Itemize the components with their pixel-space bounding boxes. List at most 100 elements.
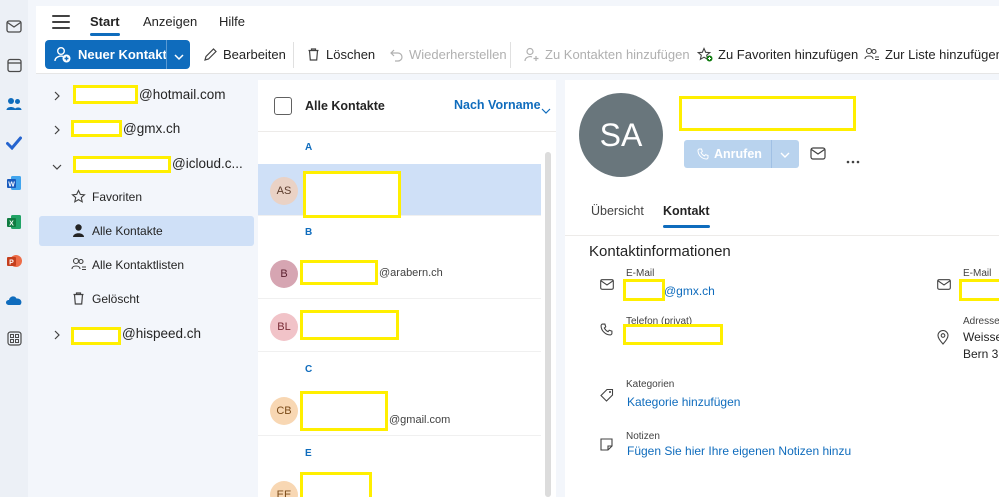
word-icon[interactable]: W (4, 173, 24, 193)
phone-icon (600, 323, 613, 341)
list-title: Alle Kontakte (305, 99, 385, 113)
app-rail: W X P (0, 0, 28, 497)
trash-icon (71, 291, 86, 309)
trash-icon (308, 48, 319, 61)
folder-pane: @hotmail.com @gmx.ch @icloud.c... Favori… (36, 74, 258, 497)
account-icloud[interactable]: @icloud.c... (39, 149, 254, 179)
pencil-icon (204, 48, 217, 61)
chevron-down-icon[interactable] (541, 102, 551, 120)
chevron-right-icon[interactable] (53, 89, 61, 104)
categories-label: Kategorien (626, 379, 675, 390)
restore-label: Wiederherstellen (409, 47, 507, 62)
people-list-icon (71, 257, 87, 275)
add-to-list-button[interactable]: Zur Liste hinzufügen (864, 47, 999, 62)
delete-label: Löschen (326, 47, 376, 62)
sort-dropdown[interactable]: Nach Vorname (454, 98, 541, 112)
calendar-icon[interactable] (4, 55, 24, 75)
call-label: Anrufen (714, 147, 762, 161)
todo-icon[interactable] (4, 133, 24, 153)
people-icon[interactable] (4, 94, 24, 114)
tab-uebersicht[interactable]: Übersicht (591, 204, 644, 218)
new-contact-label: Neuer Kontakt (78, 47, 167, 62)
contact-row[interactable]: AS (258, 164, 541, 218)
folder-alle-kontakte[interactable]: Alle Kontakte (39, 216, 254, 246)
account-hispeed[interactable]: @hispeed.ch (39, 319, 254, 349)
redacted-name (300, 472, 372, 497)
add-to-contacts-label: Zu Kontakten hinzufügen (545, 47, 690, 62)
redacted-name (73, 85, 138, 104)
phone-icon (697, 148, 709, 160)
contact-list: Alle Kontakte Nach Vorname A AS B B @ara… (258, 80, 556, 497)
mail-icon[interactable] (810, 147, 826, 165)
contact-row[interactable]: BL (258, 300, 541, 352)
more-options-icon[interactable] (846, 151, 860, 169)
restore-button[interactable]: Wiederherstellen (389, 47, 507, 62)
edit-button[interactable]: Bearbeiten (203, 47, 286, 62)
star-icon (71, 189, 86, 207)
avatar: SA (579, 93, 663, 177)
redacted-name (71, 120, 122, 137)
redacted-email (623, 279, 665, 301)
new-contact-button[interactable]: Neuer Kontakt (45, 40, 190, 69)
chevron-right-icon[interactable] (53, 328, 61, 343)
letter-header: B (305, 227, 313, 238)
tab-hilfe[interactable]: Hilfe (219, 14, 245, 29)
add-to-favorites-label: Zu Favoriten hinzufügen (718, 47, 859, 62)
redacted-email (959, 279, 999, 301)
add-to-contacts-button[interactable]: Zu Kontakten hinzufügen (524, 47, 690, 62)
tab-kontakt[interactable]: Kontakt (663, 204, 710, 228)
delete-button[interactable]: Löschen (306, 47, 375, 62)
powerpoint-icon[interactable]: P (4, 251, 24, 271)
avatar: AS (270, 177, 298, 205)
folder-label: Alle Kontaktlisten (92, 258, 185, 272)
tab-start[interactable]: Start (90, 14, 120, 36)
scrollbar[interactable] (545, 152, 551, 497)
folder-alle-kontaktlisten[interactable]: Alle Kontaktlisten (39, 250, 254, 280)
chevron-down-icon[interactable] (52, 159, 62, 174)
select-all-checkbox[interactable] (274, 97, 292, 115)
account-suffix: @icloud.c... (172, 156, 243, 171)
onedrive-icon[interactable] (4, 290, 24, 310)
redacted-name (679, 96, 856, 131)
notes-label: Notizen (626, 431, 660, 442)
chevron-right-icon[interactable] (53, 123, 61, 138)
contact-row[interactable]: B @arabern.ch (258, 247, 541, 299)
add-notes-link[interactable]: Fügen Sie hier Ihre eigenen Notizen hinz… (627, 444, 851, 458)
add-category-link[interactable]: Kategorie hinzufügen (627, 395, 740, 409)
person-icon (71, 223, 86, 241)
redacted-phone (623, 324, 723, 345)
folder-label: Alle Kontakte (92, 224, 163, 238)
svg-text:P: P (9, 260, 14, 267)
folder-favoriten[interactable]: Favoriten (39, 182, 254, 212)
account-gmx[interactable]: @gmx.ch (39, 114, 254, 144)
chevron-down-icon[interactable] (173, 49, 185, 67)
add-to-favorites-button[interactable]: Zu Favoriten hinzufügen (697, 47, 858, 62)
email-label: E-Mail (626, 268, 655, 279)
folder-geloescht[interactable]: Gelöscht (39, 284, 254, 314)
undo-icon (390, 49, 403, 62)
address-line: Bern 3( (963, 347, 999, 361)
contact-detail: SA Anrufen Übersicht Kontakt Kontaktinfo… (565, 80, 999, 497)
contact-row[interactable]: CB @gmail.com (258, 384, 541, 436)
mail-icon (937, 277, 951, 295)
contact-email-suffix: @arabern.ch (379, 267, 443, 279)
email-value[interactable]: @gmx.ch (664, 284, 715, 298)
excel-icon[interactable]: X (4, 212, 24, 232)
location-pin-icon (937, 330, 949, 350)
avatar: EE (270, 481, 298, 497)
hamburger-menu-icon[interactable] (52, 15, 70, 29)
list-header: Alle Kontakte Nach Vorname (258, 80, 556, 132)
contact-row[interactable]: EE (258, 468, 541, 497)
tab-anzeigen[interactable]: Anzeigen (143, 14, 197, 29)
avatar: CB (270, 397, 298, 425)
redacted-name (73, 156, 171, 173)
edit-label: Bearbeiten (223, 47, 286, 62)
mail-icon[interactable] (4, 16, 24, 36)
contact-email-suffix: @gmail.com (389, 414, 451, 426)
apps-icon[interactable] (4, 328, 24, 348)
redacted-name (303, 171, 401, 218)
redacted-name (300, 310, 399, 340)
account-hotmail[interactable]: @hotmail.com (39, 80, 254, 110)
redacted-name (300, 391, 388, 431)
call-button[interactable]: Anrufen (684, 140, 799, 168)
